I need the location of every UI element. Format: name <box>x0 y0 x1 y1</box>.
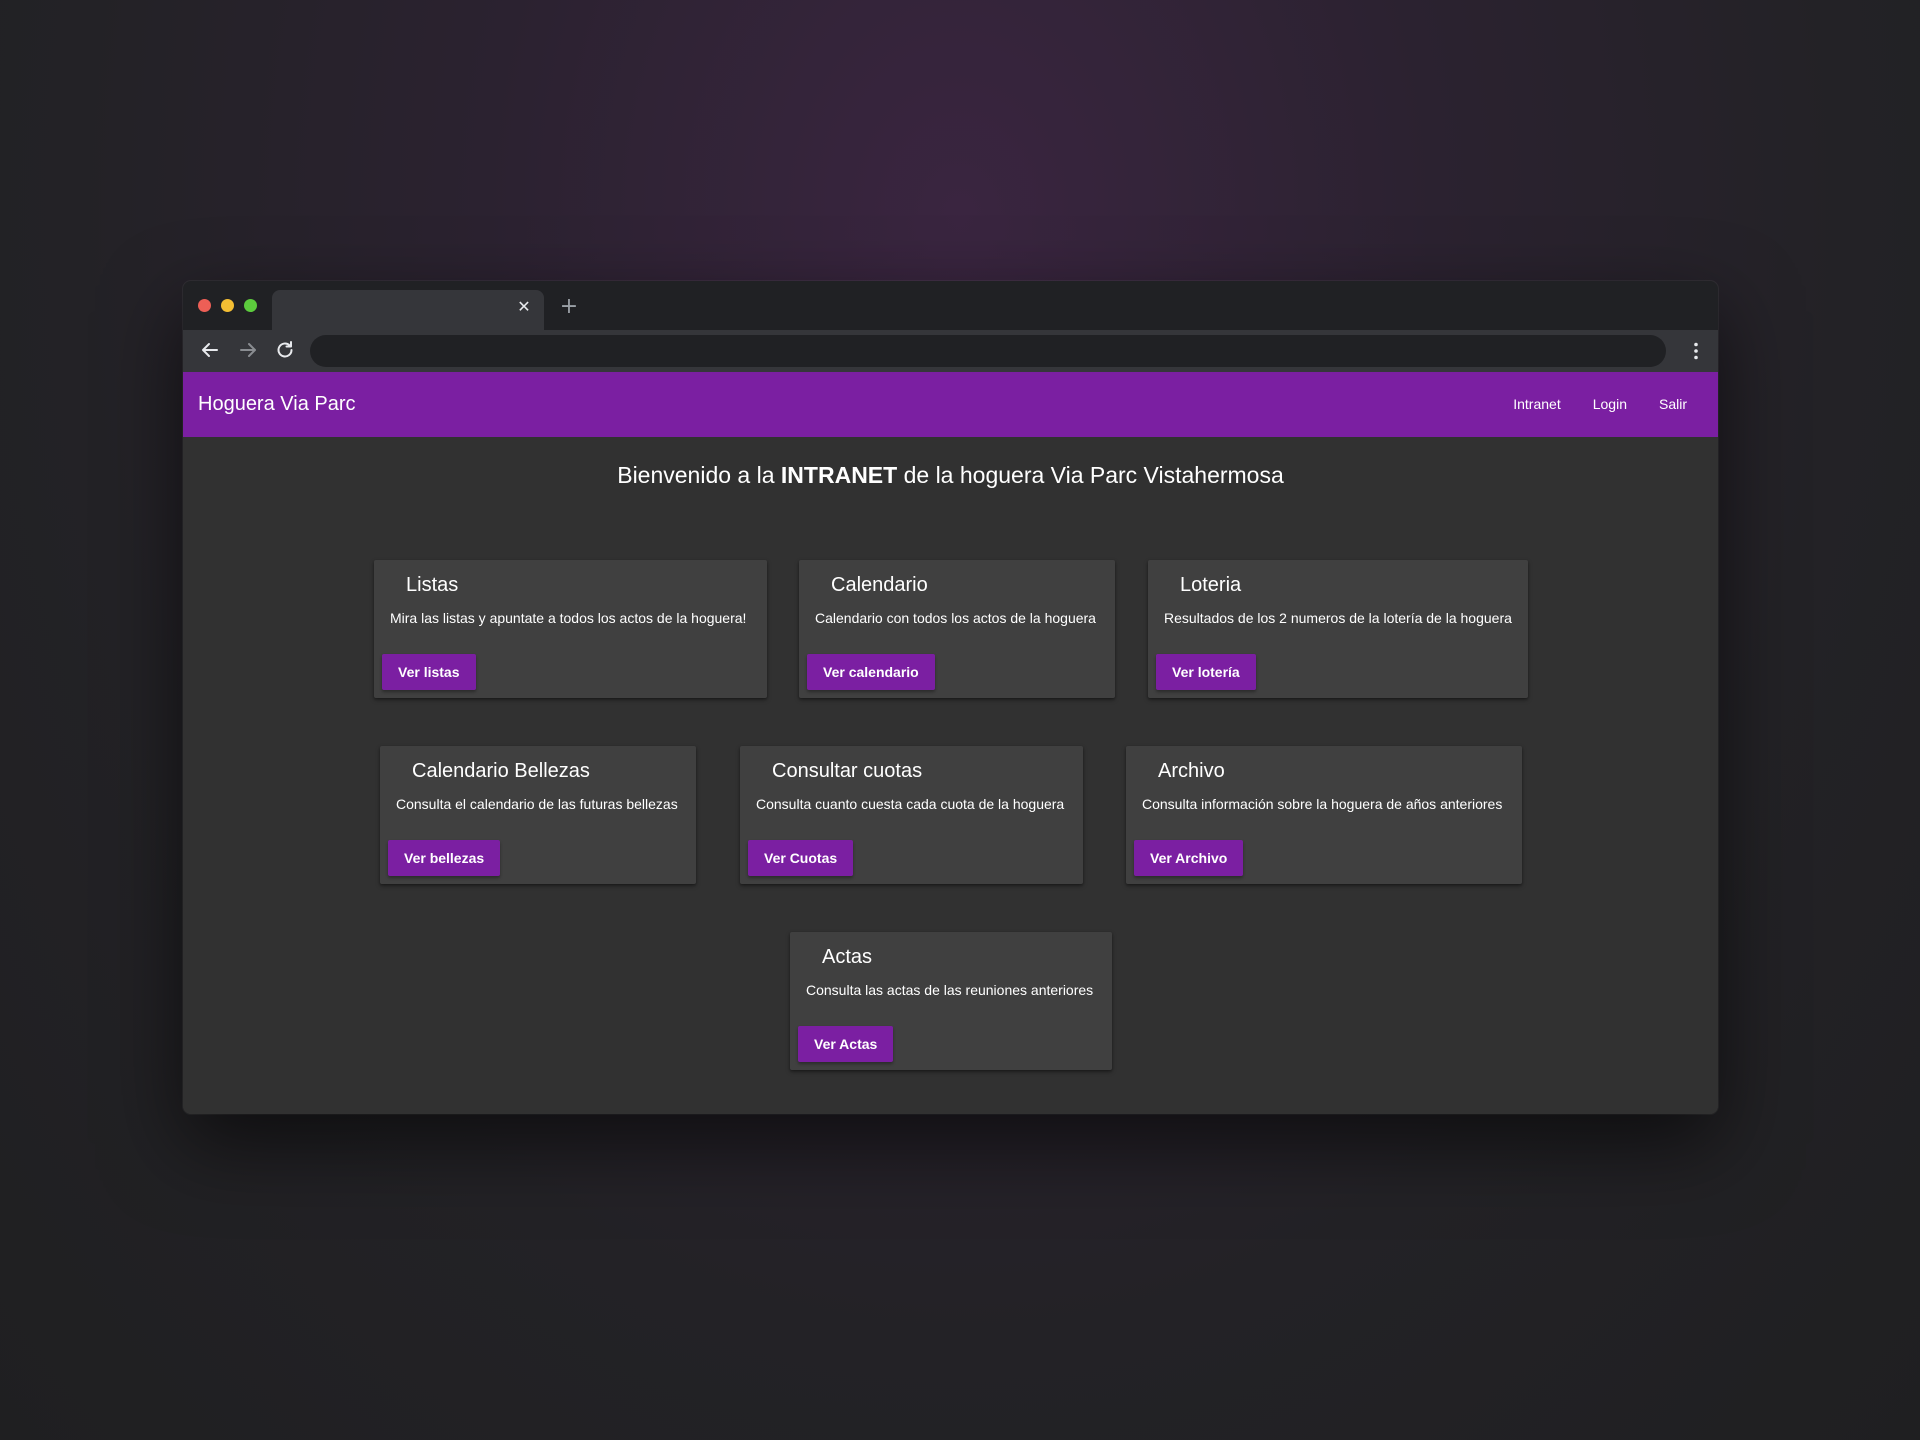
card-text: Calendario con todos los actos de la hog… <box>815 610 1096 626</box>
card-title: Loteria <box>1180 574 1242 596</box>
card-archivo: Archivo Consulta información sobre la ho… <box>1126 746 1522 884</box>
nav-link-intranet[interactable]: Intranet <box>1497 372 1576 437</box>
forward-arrow-icon[interactable] <box>236 338 260 362</box>
welcome-suffix: de la hoguera Via Parc Vistahermosa <box>897 462 1284 488</box>
nav-link-login[interactable]: Login <box>1577 372 1643 437</box>
back-arrow-icon[interactable] <box>198 338 222 362</box>
minimize-window-button[interactable] <box>221 299 234 312</box>
ver-archivo-button[interactable]: Ver Archivo <box>1134 840 1244 876</box>
nav-link-salir[interactable]: Salir <box>1643 372 1703 437</box>
ver-loteria-button[interactable]: Ver lotería <box>1156 654 1256 690</box>
card-text: Mira las listas y apuntate a todos los a… <box>390 610 747 626</box>
browser-toolbar <box>183 330 1718 372</box>
page-content: Hoguera Via Parc Intranet Login Salir Bi… <box>183 372 1718 1114</box>
maximize-window-button[interactable] <box>244 299 257 312</box>
browser-tab[interactable]: ✕ <box>272 290 544 330</box>
brand-logo[interactable]: Hoguera Via Parc <box>198 372 356 437</box>
ver-listas-button[interactable]: Ver listas <box>382 654 476 690</box>
card-consultar-cuotas: Consultar cuotas Consulta cuanto cuesta … <box>740 746 1083 884</box>
kebab-menu-icon[interactable] <box>1684 339 1708 363</box>
card-actas: Actas Consulta las actas de las reunione… <box>790 932 1112 1070</box>
card-text: Consulta información sobre la hoguera de… <box>1142 796 1503 812</box>
tab-strip: ✕ + <box>183 281 1718 330</box>
card-text: Resultados de los 2 numeros de la loterí… <box>1164 610 1512 626</box>
card-title: Consultar cuotas <box>772 760 923 782</box>
card-text: Consulta cuanto cuesta cada cuota de la … <box>756 796 1065 812</box>
site-navbar: Hoguera Via Parc Intranet Login Salir <box>183 372 1718 437</box>
card-loteria: Loteria Resultados de los 2 numeros de l… <box>1148 560 1528 698</box>
card-text: Consulta las actas de las reuniones ante… <box>806 982 1094 998</box>
close-window-button[interactable] <box>198 299 211 312</box>
ver-actas-button[interactable]: Ver Actas <box>798 1026 894 1062</box>
card-title: Actas <box>822 946 873 968</box>
nav-links: Intranet Login Salir <box>1497 372 1703 437</box>
welcome-heading: Bienvenido a la INTRANET de la hoguera V… <box>183 462 1718 489</box>
card-title: Listas <box>406 574 459 596</box>
close-tab-icon[interactable]: ✕ <box>514 297 534 317</box>
reload-icon[interactable] <box>273 338 297 362</box>
browser-window: ✕ + Hoguera Via Parc Intranet Login Sali… <box>183 281 1718 1114</box>
address-bar[interactable] <box>310 335 1666 367</box>
ver-cuotas-button[interactable]: Ver Cuotas <box>748 840 854 876</box>
ver-bellezas-button[interactable]: Ver bellezas <box>388 840 501 876</box>
card-text: Consulta el calendario de las futuras be… <box>396 796 678 812</box>
welcome-bold: INTRANET <box>780 462 898 488</box>
ver-calendario-button[interactable]: Ver calendario <box>807 654 935 690</box>
card-calendario-bellezas: Calendario Bellezas Consulta el calendar… <box>380 746 696 884</box>
card-title: Archivo <box>1158 760 1225 782</box>
card-listas: Listas Mira las listas y apuntate a todo… <box>374 560 767 698</box>
new-tab-icon[interactable]: + <box>559 296 579 318</box>
card-calendario: Calendario Calendario con todos los acto… <box>799 560 1115 698</box>
card-title: Calendario <box>831 574 928 596</box>
welcome-prefix: Bienvenido a la <box>617 462 781 488</box>
card-title: Calendario Bellezas <box>412 760 590 782</box>
